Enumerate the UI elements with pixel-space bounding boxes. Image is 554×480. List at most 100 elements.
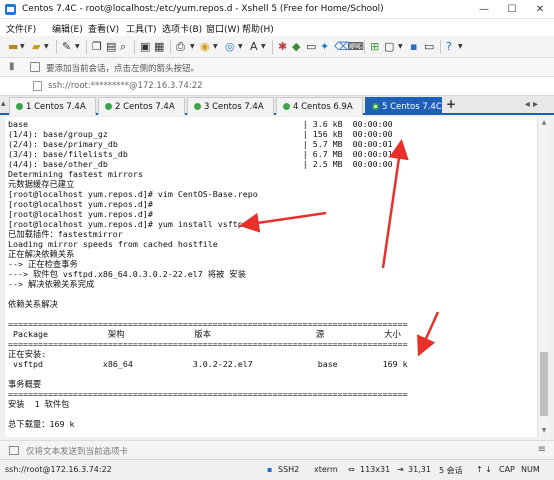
terminal-line: base | 3.6 kB 00:00:00: [8, 119, 393, 129]
address-text[interactable]: ssh://root:*********@172.16.3.74:22: [48, 81, 203, 91]
status-bar: ssh://root@172.16.3.74:22 ▪ SSH2 xterm ⇔…: [0, 459, 554, 480]
scroll-arrows-icon[interactable]: ↑ ↓: [476, 465, 492, 474]
status-protocol: SSH2: [278, 465, 300, 474]
menu-view[interactable]: 查看(V): [88, 22, 119, 35]
tab-5[interactable]: 5 Centos 7.4C: [365, 97, 442, 115]
font-icon[interactable]: A: [250, 40, 258, 54]
menu-help[interactable]: 帮助(H): [242, 22, 274, 35]
xftp-icon[interactable]: ✱: [278, 40, 287, 54]
tab-label: 5 Centos 7.4C: [382, 102, 442, 112]
layout-icon[interactable]: ▦: [154, 40, 164, 54]
fullscreen-icon[interactable]: ▣: [140, 40, 150, 54]
terminal-line: ========================================…: [8, 339, 408, 349]
terminal-line: (1/4): base/group_gz | 156 kB 00:00:00: [8, 129, 393, 139]
tab-scroll-left-icon[interactable]: ▴: [1, 99, 6, 109]
terminal-line: Determining fastest mirrors: [8, 169, 143, 179]
toolbar-separator: [170, 40, 171, 54]
dropdown-icon[interactable]: ▼: [398, 40, 403, 54]
terminal-line: ---> 软件包 vsftpd.x86_64.0.3.0.2-22.el7 将被…: [8, 269, 246, 279]
terminal-line: 总下载量：169 k: [8, 419, 75, 429]
find-icon[interactable]: ⌕: [120, 40, 126, 54]
terminal-output[interactable]: base | 3.6 kB 00:00:00 (1/4): base/group…: [5, 117, 537, 437]
tab-nav-icon[interactable]: ◂ ▸: [525, 99, 538, 110]
menu-file[interactable]: 文件(F): [6, 22, 36, 35]
status-caps: CAP: [499, 465, 515, 474]
keyboard-icon[interactable]: ⌨: [348, 40, 364, 54]
dropdown-icon[interactable]: ▼: [75, 40, 80, 54]
address-bar: ssh://root:*********@172.16.3.74:22: [0, 77, 554, 96]
app-icon: [5, 4, 16, 15]
toolbar-separator: [56, 40, 57, 54]
menu-icon[interactable]: ≡: [538, 444, 546, 455]
dropdown-icon[interactable]: ▼: [238, 40, 243, 54]
terminal-line: [root@localhost yum.repos.d]# vim CentOS…: [8, 189, 258, 199]
menu-bar: 文件(F) 编辑(E) 查看(V) 工具(T) 选项卡(B) 窗口(W) 帮助(…: [0, 19, 554, 36]
lock-icon[interactable]: ▪: [410, 40, 417, 54]
toolbar-separator: [272, 40, 273, 54]
tab-label: 4 Centos 6.9A: [293, 102, 353, 112]
tab-label: 3 Centos 7.4A: [204, 102, 264, 112]
maximize-button[interactable]: ☐: [498, 0, 526, 19]
compose-input[interactable]: 仅将文本发送到当前选项卡: [26, 445, 128, 457]
dropdown-icon[interactable]: ▼: [261, 40, 266, 54]
close-button[interactable]: ✕: [526, 0, 554, 19]
hint-text: 要添加当前会话，点击左侧的箭头按钮。: [46, 64, 200, 74]
menu-window[interactable]: 窗口(W): [206, 22, 240, 35]
globe-icon[interactable]: ◎: [225, 40, 235, 54]
scroll-down-icon[interactable]: ▼: [538, 427, 550, 434]
print-icon[interactable]: ⎙: [176, 40, 185, 54]
status-size: 113x31: [360, 465, 391, 474]
tab-3[interactable]: 3 Centos 7.4A: [187, 97, 274, 115]
status-dot-icon: [372, 103, 379, 110]
scroll-up-icon[interactable]: ▲: [538, 119, 550, 126]
status-dot-icon: [194, 103, 201, 110]
dropdown-icon[interactable]: ▼: [458, 40, 463, 54]
open-folder-icon[interactable]: ▰: [32, 40, 40, 54]
paste-icon[interactable]: ▤: [106, 40, 116, 54]
status-dot-icon: [16, 103, 23, 110]
menu-tools[interactable]: 工具(T): [126, 22, 157, 35]
terminal-line: --> 正在检查事务: [8, 259, 78, 269]
tile-icon[interactable]: ▢: [384, 40, 394, 54]
terminal-line: [root@localhost yum.repos.d]#: [8, 199, 153, 209]
sftp-icon[interactable]: ✦: [320, 40, 329, 54]
menu-tabs[interactable]: 选项卡(B): [162, 22, 202, 35]
toolbar-separator: [364, 40, 365, 54]
scrollbar-thumb[interactable]: [540, 352, 548, 416]
script-icon[interactable]: ▭: [306, 40, 316, 54]
new-tab-icon[interactable]: ⊞: [370, 40, 379, 54]
dropdown-icon[interactable]: ▼: [20, 40, 25, 54]
add-tab-button[interactable]: +: [446, 97, 456, 111]
xmanager-icon[interactable]: ◆: [292, 40, 300, 54]
terminal-line: ========================================…: [8, 389, 408, 399]
tab-1[interactable]: 1 Centos 7.4A: [9, 97, 96, 115]
chat-icon[interactable]: ▭: [424, 40, 434, 54]
tab-2[interactable]: 2 Centos 7.4A: [98, 97, 185, 115]
cursor-icon: ⇥: [397, 465, 404, 474]
lock-icon: [33, 81, 42, 91]
compose-icon[interactable]: [9, 446, 19, 455]
terminal-line: 依赖关系解决: [8, 299, 58, 309]
menu-edit[interactable]: 编辑(E): [52, 22, 83, 35]
minimize-button[interactable]: —: [470, 0, 498, 19]
terminal-line: (3/4): base/filelists_db | 6.7 MB 00:00:…: [8, 149, 393, 159]
new-session-icon[interactable]: ▬: [8, 40, 18, 54]
terminal-line: 安装 1 软件包: [8, 399, 70, 409]
tab-bar: ▴ 1 Centos 7.4A 2 Centos 7.4A 3 Centos 7…: [0, 96, 554, 115]
toolbar: ▬ ▼ ▰ ▼ ✎ ▼ ❐ ▤ ⌕ ▣ ▦ ⎙ ▼ ◉ ▼ ◎ ▼ A ▼ ✱ …: [0, 36, 554, 58]
terminal-line: [root@localhost yum.repos.d]# yum instal…: [8, 219, 248, 229]
help-icon[interactable]: ?: [446, 40, 452, 54]
xshell-window: Centos 7.4C - root@localhost:/etc/yum.re…: [0, 0, 554, 480]
dropdown-icon[interactable]: ▼: [44, 40, 49, 54]
properties-icon[interactable]: ✎: [62, 40, 71, 54]
color-scheme-icon[interactable]: ◉: [200, 40, 210, 54]
dropdown-icon[interactable]: ▼: [213, 40, 218, 54]
terminal-scrollbar[interactable]: ▲ ▼: [537, 117, 549, 437]
bookmark-icon[interactable]: ▮: [9, 61, 15, 72]
terminal-line: 正在安装:: [8, 349, 47, 359]
tab-label: 1 Centos 7.4A: [26, 102, 86, 112]
copy-icon[interactable]: ❐: [92, 40, 102, 54]
dropdown-icon[interactable]: ▼: [190, 40, 195, 54]
tab-4[interactable]: 4 Centos 6.9A: [276, 97, 363, 115]
terminal-line: --> 解决依赖关系完成: [8, 279, 95, 289]
